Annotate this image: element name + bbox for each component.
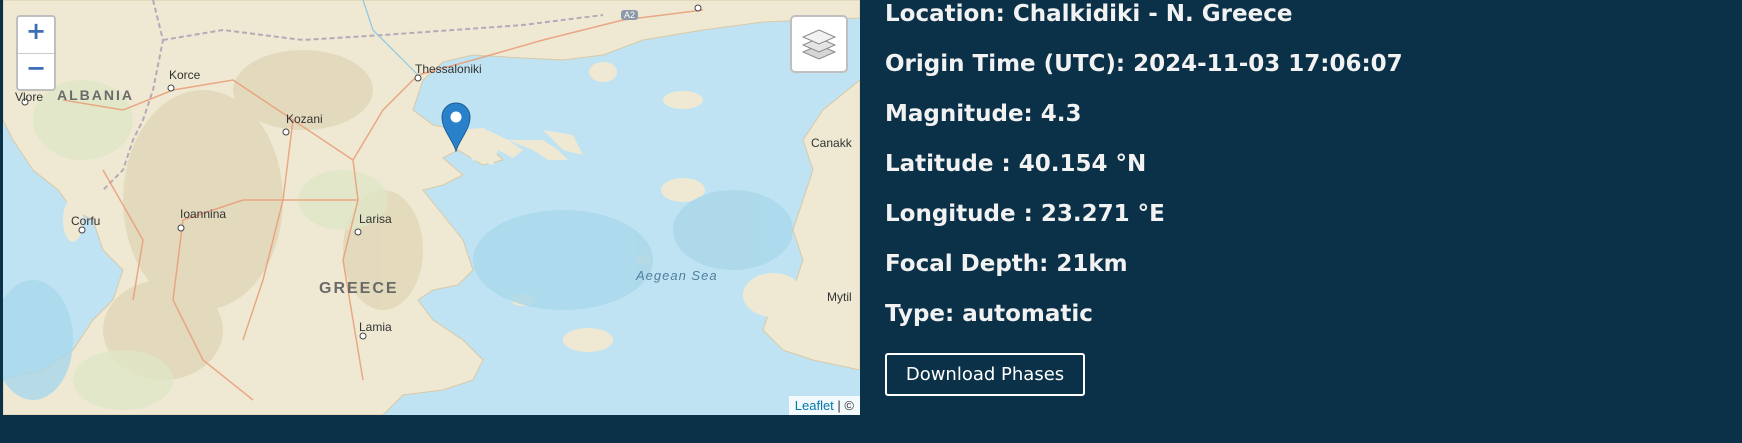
map-label-vlore: Vlore — [15, 90, 44, 104]
event-type: Type: automatic — [885, 301, 1093, 327]
event-latitude: Latitude : 40.154 °N — [885, 151, 1147, 177]
layers-button[interactable] — [790, 15, 848, 73]
zoom-out-button[interactable]: − — [18, 53, 54, 90]
map-label-thessaloniki: Thessaloniki — [415, 62, 482, 76]
map-label-greece: GREECE — [319, 280, 399, 297]
download-phases-button[interactable]: Download Phases — [885, 353, 1085, 396]
map-label-aegean-sea: Aegean Sea — [636, 268, 718, 283]
map-label-lamia: Lamia — [359, 320, 392, 334]
event-longitude: Longitude : 23.271 °E — [885, 201, 1165, 227]
epicenter-marker-icon[interactable] — [441, 102, 471, 152]
zoom-control: + − — [16, 15, 56, 91]
map-label-ioannina: Ioannina — [180, 207, 227, 221]
map-label-road-a2: A2 — [621, 10, 639, 20]
leaflet-attribution-link[interactable]: Leaflet — [795, 398, 834, 413]
layers-icon — [801, 29, 837, 60]
map-label-albania: ALBANIA — [57, 87, 134, 103]
attribution-copyright: | © — [833, 398, 854, 413]
map-label-korce: Korce — [169, 68, 201, 82]
event-magnitude: Magnitude: 4.3 — [885, 101, 1082, 127]
event-origin-time: Origin Time (UTC): 2024-11-03 17:06:07 — [885, 51, 1403, 77]
map-label-kozani: Kozani — [286, 112, 323, 126]
map-label-corfu: Corfu — [71, 214, 101, 228]
map-label-canakkale: Canakk — [811, 136, 852, 150]
event-focal-depth: Focal Depth: 21km — [885, 251, 1128, 277]
event-location: Location: Chalkidiki - N. Greece — [885, 1, 1293, 27]
map-label-larisa: Larisa — [359, 212, 392, 226]
zoom-in-button[interactable]: + — [18, 17, 54, 53]
earthquake-map[interactable]: Thessaloniki Korce Vlore ALBANIA Kozani … — [3, 0, 860, 415]
map-label-mytilene: Mytil — [827, 290, 852, 304]
map-attribution: Leaflet | © — [788, 396, 860, 415]
